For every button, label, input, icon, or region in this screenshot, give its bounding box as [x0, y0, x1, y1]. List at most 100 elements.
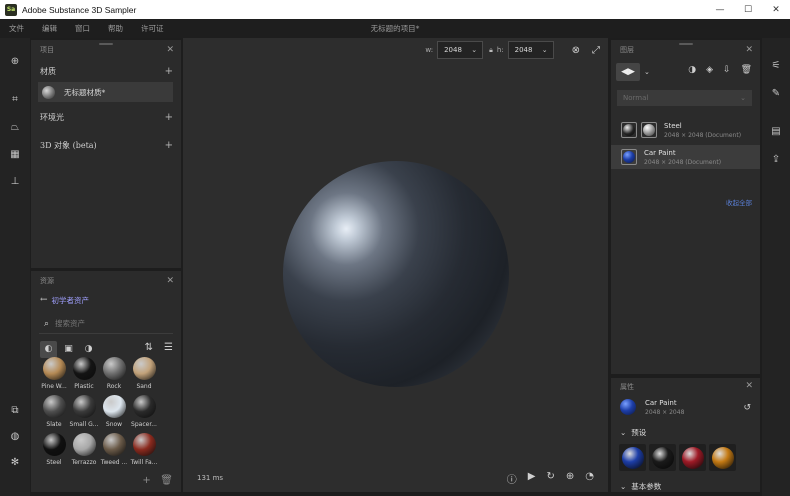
viewport[interactable]: w: 2048 ⌄ 🔒︎ h: 2048 ⌄ ⊗ ⤢ 131 ms ⓘ ▶ ↻ … — [183, 38, 608, 492]
asset-item[interactable]: Slate — [39, 395, 69, 433]
import-icon[interactable]: ⇩ — [723, 65, 731, 75]
preset-item[interactable] — [619, 444, 646, 471]
collapse-all-link[interactable]: 收起全部 — [726, 197, 752, 207]
preset-item[interactable] — [649, 444, 676, 471]
asset-item[interactable]: Sand — [129, 357, 159, 395]
asset-name: Sand — [136, 383, 152, 390]
stamp-icon[interactable]: ⊥ — [7, 173, 23, 189]
section-materials[interactable]: 材质 + — [31, 60, 181, 82]
width-select[interactable]: 2048 ⌄ — [437, 41, 484, 59]
asset-item[interactable]: Snow — [99, 395, 129, 433]
palette-icon[interactable]: ◍ — [7, 428, 23, 444]
settings-icon[interactable]: ✻ — [7, 454, 23, 470]
preset-thumbnail — [621, 446, 644, 469]
compare-mode-icon[interactable]: ◀▶ — [616, 63, 640, 81]
material-preview-sphere[interactable] — [283, 161, 509, 387]
minimize-button[interactable]: — — [706, 0, 734, 19]
close-icon[interactable]: ✕ — [745, 381, 753, 391]
sort-icon[interactable]: ⇅ — [145, 342, 153, 353]
camera-icon[interactable]: ▶ — [528, 471, 536, 486]
crop-icon[interactable]: ⌗ — [7, 91, 23, 107]
close-icon[interactable]: ✕ — [166, 276, 174, 286]
back-link[interactable]: ← 初学者资产 — [31, 291, 181, 309]
reset-icon[interactable]: ↺ — [743, 403, 751, 413]
layer-name: Car Paint — [644, 148, 676, 157]
asset-item[interactable]: Pine W... — [39, 357, 69, 395]
grid-icon[interactable]: ▦ — [7, 146, 23, 162]
sphere-render — [283, 161, 509, 387]
asset-item[interactable]: Twill Fa... — [129, 433, 159, 471]
shape-toggle-icon[interactable]: ⊗ — [572, 45, 580, 56]
add-icon[interactable]: + — [142, 475, 150, 486]
trash-icon[interactable]: 🗑 — [160, 475, 173, 486]
asset-item[interactable]: Terrazzo — [69, 433, 99, 471]
presets-toggle[interactable]: ⌄ 预设 — [611, 423, 760, 441]
asset-item[interactable]: Spacer... — [129, 395, 159, 433]
asset-thumbnail — [132, 433, 156, 456]
section-environment[interactable]: 环境光 + — [31, 106, 181, 128]
search-placeholder: 搜索资产 — [55, 319, 86, 328]
close-window-button[interactable]: ✕ — [762, 0, 790, 19]
list-view-icon[interactable]: ☰ — [164, 342, 173, 353]
search-icon: ⌕ — [44, 318, 50, 329]
menu-file[interactable]: 文件 — [9, 23, 24, 34]
maximize-button[interactable]: ☐ — [734, 0, 762, 19]
asset-item[interactable]: Rock — [99, 357, 129, 395]
material-filter-icon[interactable]: ◐ — [40, 340, 57, 358]
add-material-button[interactable]: + — [165, 66, 173, 77]
environment-filter-icon[interactable]: ◑ — [80, 341, 97, 358]
section-3d-objects[interactable]: 3D 对象 (beta) + — [31, 134, 181, 156]
brush-icon[interactable]: ✎ — [768, 85, 784, 101]
perspective-icon[interactable]: ⏢ — [7, 119, 23, 135]
info-icon[interactable]: ⓘ — [507, 471, 517, 486]
close-icon[interactable]: ✕ — [166, 45, 174, 55]
left-toolbar: ⊕ ⌗ ⏢ ▦ ⊥ ⧉ ◍ ✻ — [0, 38, 30, 496]
basic-params-toggle[interactable]: ⌄ 基本参数 — [611, 477, 760, 492]
expand-icon[interactable]: ⤢ — [592, 45, 600, 56]
filter-icon[interactable]: ◑ — [688, 65, 696, 75]
layers-panel-header: 图层 ✕ — [611, 40, 760, 60]
trash-icon[interactable]: 🗑 — [741, 65, 752, 75]
asset-item[interactable]: Tweed ... — [99, 433, 129, 471]
layer-car-paint[interactable]: Car Paint 2048 × 2048 (Document) — [611, 145, 760, 169]
search-input[interactable]: ⌕ 搜索资产 — [39, 314, 173, 334]
property-material-name: Car Paint — [645, 398, 677, 407]
height-select[interactable]: 2048 ⌄ — [507, 41, 554, 59]
layer-steel[interactable]: Steel 2048 × 2048 (Document) — [611, 118, 760, 142]
asset-name: Spacer... — [131, 421, 157, 428]
adjustments-icon[interactable]: ⚟ — [768, 57, 784, 73]
add-icon[interactable]: ⊕ — [7, 53, 23, 69]
asset-item[interactable]: Steel — [39, 433, 69, 471]
preset-item[interactable] — [709, 444, 736, 471]
asset-item[interactable]: Plastic — [69, 357, 99, 395]
globe-icon[interactable]: ⊕ — [566, 471, 574, 486]
material-thumbnail — [42, 85, 55, 99]
properties-panel-header: 属性 ✕ — [611, 378, 760, 395]
image-filter-icon[interactable]: ▣ — [60, 341, 77, 358]
blend-mode-select[interactable]: Normal ⌄ — [617, 90, 752, 106]
menu-license[interactable]: 许可证 — [141, 23, 164, 34]
preset-item[interactable] — [679, 444, 706, 471]
environment-icon[interactable]: ◔ — [585, 471, 594, 486]
asset-grid: Pine W... Plastic Rock Sand Slate Small G... S… — [39, 357, 159, 471]
material-item[interactable]: 无标题材质* — [38, 82, 173, 102]
asset-item[interactable]: Small G... — [69, 395, 99, 433]
material-item-label: 无标题材质* — [64, 87, 106, 97]
menu-help[interactable]: 帮助 — [108, 23, 123, 34]
asset-thumbnail — [72, 395, 96, 418]
add-3d-object-button[interactable]: + — [165, 140, 173, 151]
presets-label: 预设 — [631, 427, 647, 437]
document-icon[interactable]: ▤ — [768, 123, 784, 139]
menu-edit[interactable]: 编辑 — [42, 23, 57, 34]
menu-window[interactable]: 窗口 — [75, 23, 90, 34]
export-icon[interactable]: ⇪ — [768, 151, 784, 167]
add-environment-button[interactable]: + — [165, 112, 173, 123]
layer-mask-ball — [643, 124, 655, 136]
close-icon[interactable]: ✕ — [745, 45, 753, 55]
chevron-down-icon[interactable]: ⌄ — [644, 68, 650, 76]
fill-icon[interactable]: ◈ — [706, 65, 713, 75]
layers-icon[interactable]: ⧉ — [7, 402, 23, 418]
rotate-icon[interactable]: ↻ — [546, 471, 554, 486]
project-panel: 项目 ✕ 材质 + 无标题材质* 环境光 + 3D 对象 (beta) + — [31, 40, 181, 268]
lock-icon[interactable]: 🔒︎ — [489, 46, 493, 55]
